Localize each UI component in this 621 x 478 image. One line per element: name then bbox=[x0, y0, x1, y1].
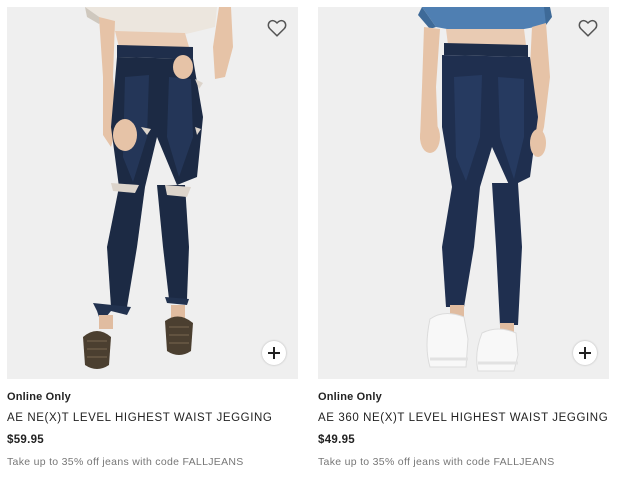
product-price: $59.95 bbox=[7, 434, 44, 446]
product-card[interactable]: Online Only AE NE(X)T LEVEL HIGHEST WAIS… bbox=[7, 7, 298, 468]
promo-text: Take up to 35% off jeans with code FALLJ… bbox=[7, 456, 244, 468]
product-image[interactable] bbox=[318, 7, 609, 379]
jeans-photo bbox=[318, 7, 609, 379]
promo-text: Take up to 35% off jeans with code FALLJ… bbox=[318, 456, 555, 468]
product-card[interactable]: Online Only AE 360 NE(X)T LEVEL HIGHEST … bbox=[318, 7, 609, 468]
heart-outline-icon[interactable] bbox=[577, 17, 599, 39]
product-name[interactable]: AE 360 NE(X)T LEVEL HIGHEST WAIST JEGGIN… bbox=[318, 412, 609, 424]
product-name[interactable]: AE NE(X)T LEVEL HIGHEST WAIST JEGGING bbox=[7, 412, 298, 424]
online-only-badge: Online Only bbox=[7, 391, 71, 403]
heart-outline-icon[interactable] bbox=[266, 17, 288, 39]
product-grid: Online Only AE NE(X)T LEVEL HIGHEST WAIS… bbox=[0, 0, 621, 478]
product-image[interactable] bbox=[7, 7, 298, 379]
product-price: $49.95 bbox=[318, 434, 355, 446]
plus-icon[interactable] bbox=[262, 341, 286, 365]
jeans-photo bbox=[7, 7, 298, 379]
online-only-badge: Online Only bbox=[318, 391, 382, 403]
plus-icon[interactable] bbox=[573, 341, 597, 365]
